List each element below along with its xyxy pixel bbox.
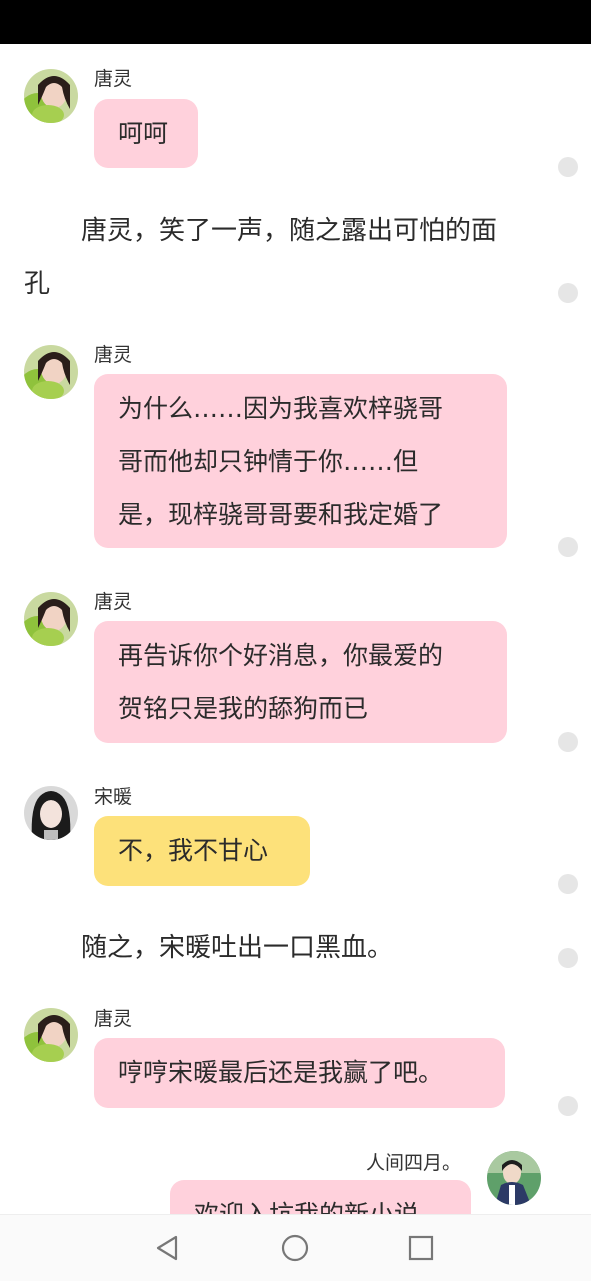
side-dot[interactable]	[558, 283, 578, 303]
avatar-author[interactable]	[487, 1151, 541, 1205]
speaker-name: 宋暖	[94, 786, 133, 808]
navigation-bar	[0, 1214, 591, 1281]
message-bubble[interactable]: 为什么……因为我喜欢梓骁哥 哥而他却只钟情于你……但 是，现梓骁哥哥要和我定婚了	[94, 374, 507, 548]
side-dot[interactable]	[558, 948, 578, 968]
avatar-tangling[interactable]	[24, 592, 78, 646]
message-line: 再告诉你个好消息，你最爱的	[118, 641, 444, 670]
speaker-name: 人间四月。	[366, 1152, 462, 1174]
message-bubble[interactable]: 呵呵	[94, 99, 198, 168]
back-icon[interactable]	[152, 1232, 184, 1264]
speaker-name: 唐灵	[94, 344, 133, 366]
message-line: 哥而他却只钟情于你……但	[118, 447, 419, 476]
recents-icon[interactable]	[405, 1232, 437, 1264]
message-bubble[interactable]: 哼哼宋暖最后还是我赢了吧。	[94, 1038, 505, 1108]
message-line: 为什么……因为我喜欢梓骁哥	[118, 394, 444, 423]
narration-line: 唐灵，笑了一声，随之露出可怕的面	[81, 216, 498, 246]
message-line: 贺铭只是我的舔狗而已	[118, 694, 369, 723]
message-line: 是，现梓骁哥哥要和我定婚了	[118, 500, 444, 529]
message-bubble[interactable]: 不，我不甘心	[94, 816, 310, 886]
side-dot[interactable]	[558, 732, 578, 752]
narration-line: 孔	[24, 269, 51, 299]
message-bubble[interactable]: 再告诉你个好消息，你最爱的 贺铭只是我的舔狗而已	[94, 621, 507, 743]
speaker-name: 唐灵	[94, 591, 133, 613]
message-text: 哼哼宋暖最后还是我赢了吧。	[118, 1058, 444, 1087]
home-icon[interactable]	[279, 1232, 311, 1264]
side-dot[interactable]	[558, 157, 578, 177]
chat-content[interactable]: 唐灵 呵呵 唐灵，笑了一声，随之露出可怕的面 孔 唐灵 为什么……因为我喜欢梓骁…	[0, 44, 591, 1214]
speaker-name: 唐灵	[94, 1008, 133, 1030]
message-text: 呵呵	[118, 119, 169, 148]
side-dot[interactable]	[558, 874, 578, 894]
message-bubble[interactable]: 欢迎入坑我的新小说	[170, 1180, 471, 1214]
speaker-name: 唐灵	[94, 68, 133, 90]
narration-line: 随之，宋暖吐出一口黑血。	[81, 933, 394, 963]
message-text: 欢迎入坑我的新小说	[194, 1200, 419, 1214]
avatar-tangling[interactable]	[24, 69, 78, 123]
narration-text: 随之，宋暖吐出一口黑血。	[81, 922, 393, 975]
avatar-songnuan[interactable]	[24, 786, 78, 840]
status-bar	[0, 0, 591, 44]
side-dot[interactable]	[558, 537, 578, 557]
message-text: 不，我不甘心	[118, 836, 269, 865]
avatar-tangling[interactable]	[24, 1008, 78, 1062]
side-dot[interactable]	[558, 1096, 578, 1116]
avatar-tangling[interactable]	[24, 345, 78, 399]
narration-text: 唐灵，笑了一声，随之露出可怕的面 孔	[24, 205, 534, 311]
